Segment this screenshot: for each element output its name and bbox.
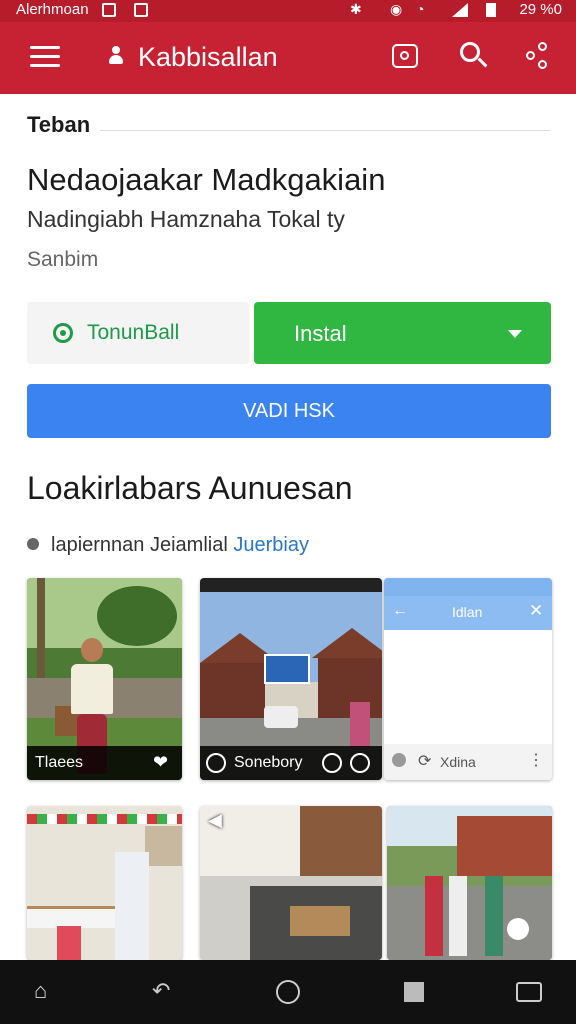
signal-icon: [452, 3, 468, 17]
notification-icon-2: [134, 3, 148, 17]
install-button-label: Instal: [294, 321, 347, 346]
app-bar-title: Kabbisallan: [138, 42, 278, 72]
more-vert-icon[interactable]: ⋮: [528, 750, 544, 770]
photo-caption-bar-2: Sonebory: [200, 746, 382, 780]
chevron-down-icon[interactable]: [508, 330, 522, 338]
primary-action-button[interactable]: VADI HSK: [27, 384, 551, 438]
person-figure-6: [425, 876, 443, 956]
notification-icon: [102, 3, 116, 17]
dialog-title: Idlan: [452, 604, 483, 620]
photo-caption: Tlaees: [35, 754, 84, 771]
app-name: Nedaojaakar Madkgakiain: [27, 162, 386, 197]
chat-icon: [53, 323, 73, 343]
dialog-footer: ⟳ Xdina ⋮: [384, 744, 552, 780]
heart-icon[interactable]: ❤: [153, 752, 168, 773]
minus-icon[interactable]: [392, 753, 406, 767]
palm-trunk: [37, 578, 45, 688]
building-roof-2: [312, 628, 382, 658]
person-figure-4: [115, 852, 149, 960]
bunting: [27, 814, 182, 824]
gallery-subtitle-text: lapiernnan Jeiamlial: [51, 534, 228, 556]
person-icon: [108, 46, 124, 66]
dialog-header: ← Idlan ✕: [384, 596, 552, 630]
dialog-caption: Xdina: [440, 754, 476, 770]
demo-button-label: TonunBall: [87, 321, 180, 344]
camera-icon[interactable]: [392, 44, 418, 68]
crates: [290, 906, 350, 936]
badge-icon[interactable]: [507, 918, 529, 940]
back-arrow-icon[interactable]: ←: [392, 602, 408, 620]
location-icon: [27, 538, 39, 550]
photo-caption-2: Sonebory: [234, 754, 303, 771]
building-left: [200, 663, 265, 718]
gallery-title: Loakirlabars Aunuesan: [27, 470, 353, 506]
gallery-photo-4[interactable]: [27, 806, 182, 960]
sign-board: [264, 654, 310, 684]
photo-caption-bar: Tlaees ❤: [27, 746, 182, 780]
building: [457, 816, 552, 876]
car: [264, 706, 298, 728]
gallery-subtitle: lapiernnan Jeiamlial Juerbiay: [27, 534, 309, 557]
demo-button[interactable]: TonunBall: [27, 302, 249, 364]
app-category: Sanbim: [27, 248, 99, 271]
system-nav-bar: ⌂ ↶: [0, 960, 576, 1024]
home-circle-icon[interactable]: [276, 980, 300, 1004]
battery-icon: [486, 3, 496, 17]
menu-icon[interactable]: [30, 46, 60, 68]
play-icon[interactable]: [350, 753, 370, 773]
gallery-subtitle-link[interactable]: Juerbiay: [233, 534, 309, 556]
developer-name[interactable]: Nadingiabh Hamznaha Tokal ty: [27, 206, 345, 233]
section-label: Teban: [27, 112, 91, 137]
home-icon[interactable]: ⌂: [34, 978, 58, 1003]
switch-app-icon[interactable]: [516, 982, 542, 1002]
close-icon[interactable]: ✕: [529, 601, 543, 621]
search-icon[interactable]: [460, 42, 488, 70]
person-figure-2: [350, 702, 370, 748]
back-icon[interactable]: ◀: [208, 810, 222, 831]
child-figure: [57, 926, 81, 960]
gallery-photo-5[interactable]: ◀: [200, 806, 382, 960]
table: [27, 906, 127, 928]
gallery-photo-6[interactable]: [387, 806, 552, 960]
app-bar: Kabbisallan: [0, 22, 576, 94]
back-nav-icon[interactable]: ↶: [152, 978, 176, 1003]
person-figure-7: [449, 876, 467, 956]
timer-icon[interactable]: [322, 753, 342, 773]
section-divider: [100, 130, 550, 131]
recents-icon[interactable]: [404, 982, 424, 1002]
refresh-icon[interactable]: ⟳: [418, 751, 431, 771]
person-figure-8: [485, 876, 503, 956]
share-icon[interactable]: [526, 42, 550, 70]
status-battery-text: 29 %0: [519, 1, 562, 18]
gallery-photo-2[interactable]: Sonebory: [200, 578, 382, 780]
status-bar: Alerhmoan ✱ ◉ ◔ 29 %0: [0, 0, 576, 22]
wifi-icon: ◔: [416, 1, 425, 17]
primary-action-label: VADI HSK: [243, 400, 335, 422]
status-carrier: Alerhmoan: [16, 1, 89, 18]
gallery-photo-3[interactable]: ← Idlan ✕ ⟳ Xdina ⋮: [384, 578, 552, 780]
bluetooth-icon: ✱: [350, 1, 362, 17]
record-icon[interactable]: [206, 753, 226, 773]
palm-leaves: [97, 586, 177, 646]
alarm-icon: ◉: [390, 1, 403, 17]
gallery-photo-1[interactable]: Tlaees ❤: [27, 578, 182, 780]
install-button[interactable]: Instal: [254, 302, 551, 364]
